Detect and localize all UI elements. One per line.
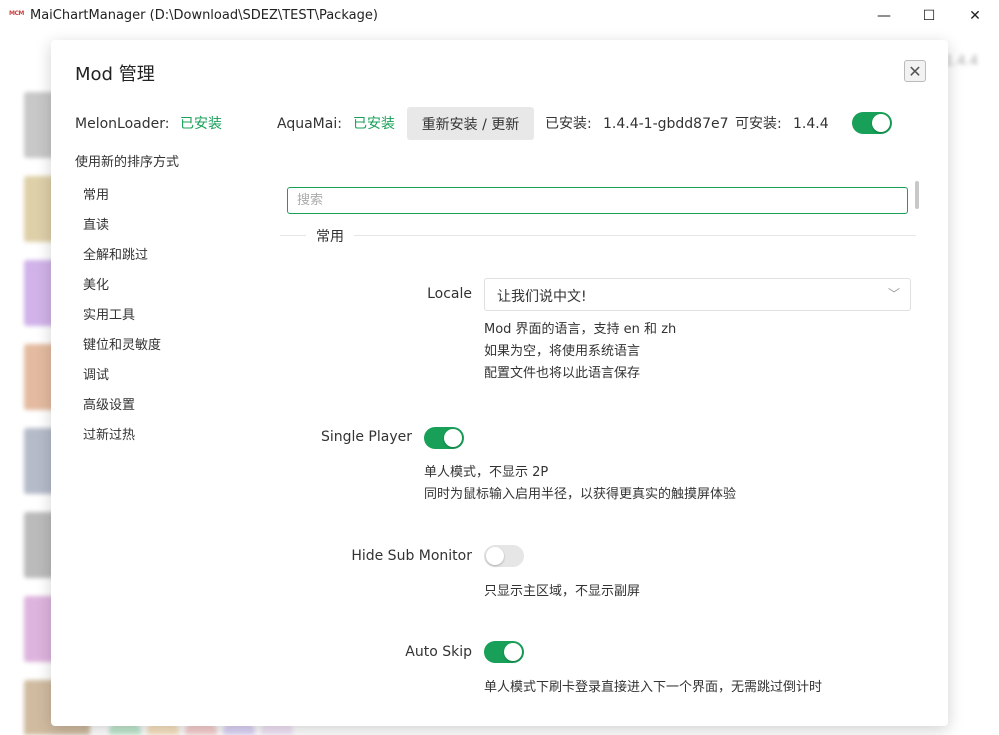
locale-select[interactable]: 让我们说中文! ﹀	[484, 278, 911, 311]
description-line: 只显示主区域，不显示副屏	[484, 584, 641, 599]
description-line: Mod 界面的语言，支持 en 和 zh	[484, 322, 677, 337]
available-version: 1.4.4	[793, 116, 829, 132]
description-line: 单人模式下刷卡登录直接进入下一个界面，无需跳过倒计时	[484, 680, 823, 695]
nav-item[interactable]: 调试	[83, 364, 109, 383]
description-line: 配置文件也将以此语言保存	[484, 366, 641, 381]
melonloader-label: MelonLoader:	[75, 116, 170, 132]
window-title: MaiChartManager (D:\Download\SDEZ\TEST\P…	[30, 8, 378, 23]
title-bar: MCM MaiChartManager (D:\Download\SDEZ\TE…	[0, 0, 999, 32]
hide-sub-monitor-label: Hide Sub Monitor	[351, 548, 472, 564]
scrollbar-thumb[interactable]	[915, 181, 919, 209]
nav-item[interactable]: 常用	[83, 184, 109, 203]
toggle-knob	[872, 114, 890, 132]
maximize-button[interactable]: ☐	[906, 0, 952, 32]
toggle-knob	[486, 547, 504, 565]
section-title: 常用	[306, 226, 354, 246]
toggle-knob	[444, 429, 462, 447]
description-line: 单人模式，不显示 2P	[424, 465, 549, 480]
section-divider	[280, 235, 916, 236]
chevron-down-icon: ﹀	[887, 287, 900, 301]
window-close-button[interactable]: ✕	[952, 0, 998, 32]
melonloader-status: 已安装	[180, 116, 222, 132]
aquamai-status: 已安装	[353, 116, 395, 132]
mod-manager-dialog: Mod 管理 ✕ MelonLoader: 已安装 AquaMai: 已安装 重…	[51, 40, 948, 726]
installed-version-label: 已安装:	[545, 116, 592, 132]
installed-version: 1.4.4-1-gbdd87e7	[603, 116, 729, 132]
single-player-description: 单人模式，不显示 2P 同时为鼠标输入启用半径，以获得更真实的触摸屏体验	[424, 462, 736, 506]
sort-mode-option[interactable]: 使用新的排序方式	[75, 151, 179, 170]
dialog-title: Mod 管理	[75, 64, 155, 85]
search-input[interactable]	[287, 187, 908, 214]
nav-item[interactable]: 美化	[83, 274, 109, 293]
nav-item[interactable]: 过新过热	[83, 424, 135, 443]
nav-item[interactable]: 实用工具	[83, 304, 135, 323]
close-icon: ✕	[908, 61, 922, 81]
nav-item[interactable]: 直读	[83, 214, 109, 233]
toggle-knob	[504, 643, 522, 661]
aquamai-enable-toggle[interactable]	[852, 112, 892, 134]
reinstall-button[interactable]: 重新安装 / 更新	[407, 107, 534, 140]
hide-sub-monitor-description: 只显示主区域，不显示副屏	[484, 581, 640, 603]
app-logo-icon: MCM	[9, 10, 24, 17]
locale-select-value: 让我们说中文!	[497, 289, 587, 305]
single-player-toggle[interactable]	[424, 427, 464, 449]
description-line: 如果为空，将使用系统语言	[484, 344, 641, 359]
auto-skip-label: Auto Skip	[405, 644, 472, 660]
description-line: 同时为鼠标输入启用半径，以获得更真实的触摸屏体验	[424, 487, 737, 502]
aquamai-label: AquaMai:	[277, 116, 342, 132]
dialog-close-button[interactable]: ✕	[904, 60, 926, 82]
locale-label: Locale	[427, 286, 472, 302]
auto-skip-description: 单人模式下刷卡登录直接进入下一个界面，无需跳过倒计时	[484, 677, 822, 699]
nav-item[interactable]: 高级设置	[83, 394, 135, 413]
available-version-label: 可安装:	[735, 116, 782, 132]
minimize-button[interactable]: —	[861, 0, 907, 32]
locale-description: Mod 界面的语言，支持 en 和 zh 如果为空，将使用系统语言 配置文件也将…	[484, 319, 676, 385]
hide-sub-monitor-toggle[interactable]	[484, 545, 524, 567]
single-player-label: Single Player	[320, 429, 412, 445]
nav-item[interactable]: 全解和跳过	[83, 244, 148, 263]
nav-item[interactable]: 键位和灵敏度	[83, 334, 161, 353]
bg-version: 1.4.4	[945, 54, 979, 69]
auto-skip-toggle[interactable]	[484, 641, 524, 663]
